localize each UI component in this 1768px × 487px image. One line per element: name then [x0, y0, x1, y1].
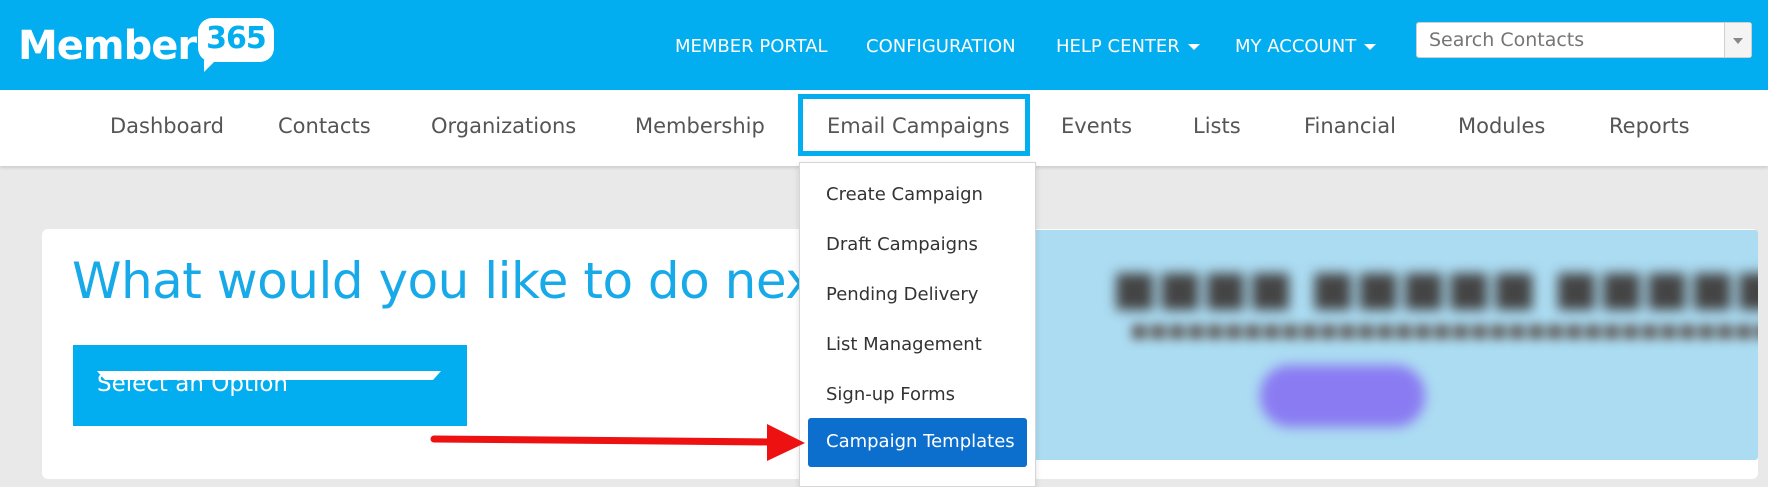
red-arrow-annotation	[430, 424, 805, 461]
arrow-shaft	[430, 435, 774, 446]
arrow-head-icon	[767, 424, 805, 461]
